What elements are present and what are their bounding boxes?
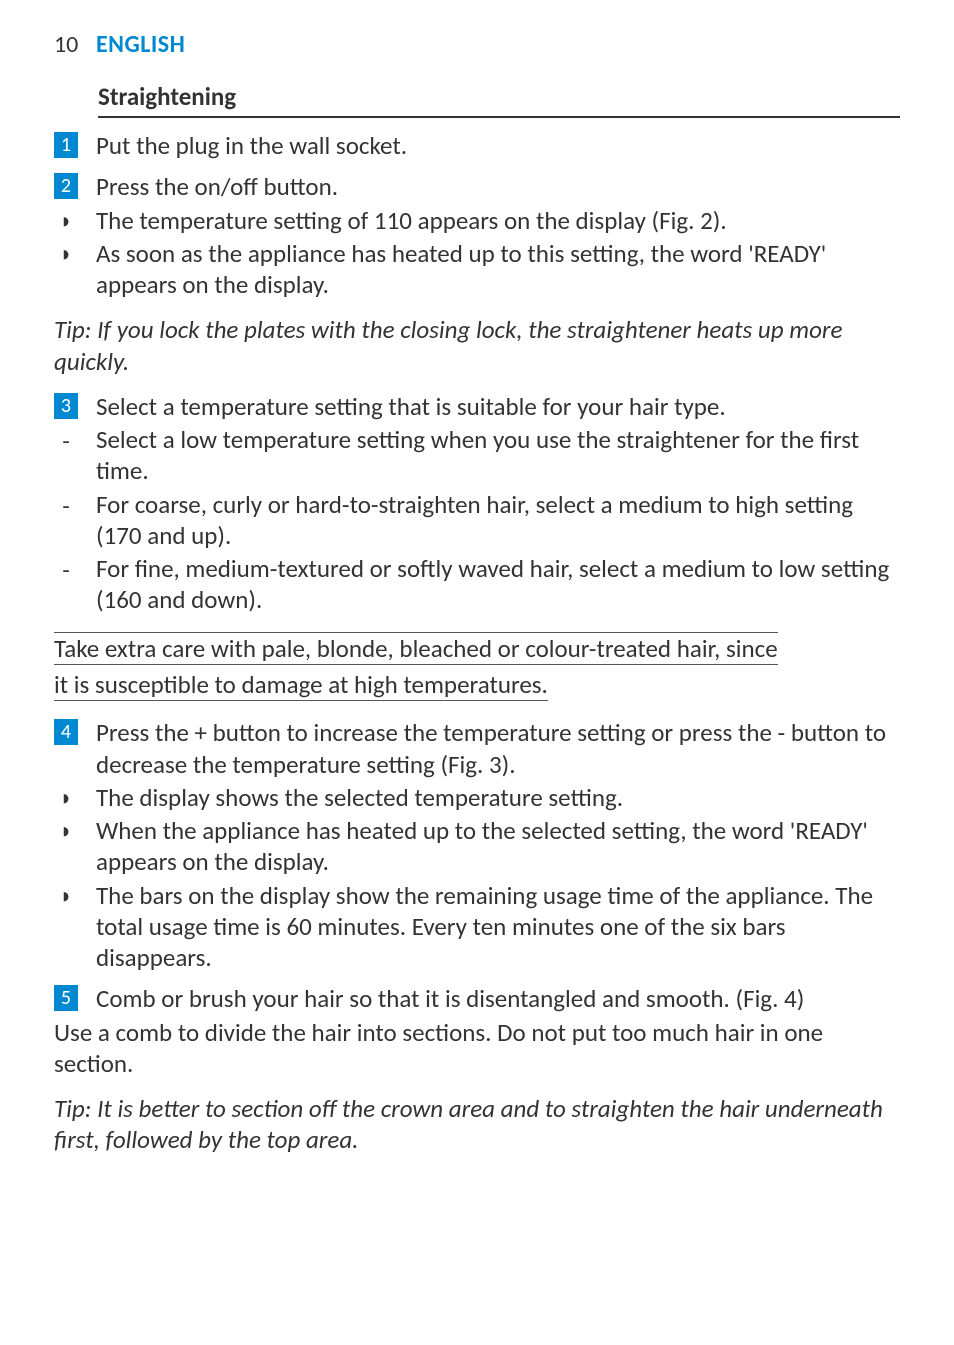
sub-dash: - For coarse, curly or hard-to-straighte… <box>54 489 900 552</box>
triangle-icon: ◗ <box>54 784 78 813</box>
step-2: 2 Press the on/off button. <box>54 171 900 202</box>
dash-icon: - <box>54 555 78 586</box>
step-text: Select a temperature setting that is sui… <box>96 391 726 422</box>
triangle-icon: ◗ <box>54 882 78 911</box>
warning-line: Take extra care with pale, blonde, bleac… <box>54 632 778 665</box>
triangle-icon: ◗ <box>54 817 78 846</box>
sub-dash: - Select a low temperature setting when … <box>54 424 900 487</box>
step-4: 4 Press the + button to increase the tem… <box>54 717 900 780</box>
step-1: 1 Put the plug in the wall socket. <box>54 130 900 161</box>
section-title: Straightening <box>98 81 900 112</box>
manual-page: 10 ENGLISH Straightening 1 Put the plug … <box>0 0 954 1200</box>
dash-icon: - <box>54 491 78 522</box>
sub-bullet: ◗ The display shows the selected tempera… <box>54 782 900 813</box>
sub-text: The temperature setting of 110 appears o… <box>96 205 727 236</box>
sub-bullet: ◗ As soon as the appliance has heated up… <box>54 238 900 301</box>
triangle-icon: ◗ <box>54 240 78 269</box>
sub-bullet: ◗ When the appliance has heated up to th… <box>54 815 900 878</box>
body-text: Use a comb to divide the hair into secti… <box>54 1017 900 1080</box>
page-header: 10 ENGLISH <box>54 30 900 59</box>
step-5: 5 Comb or brush your hair so that it is … <box>54 983 900 1014</box>
sub-bullet: ◗ The temperature setting of 110 appears… <box>54 205 900 236</box>
language-label: ENGLISH <box>96 30 185 59</box>
sub-text: For fine, medium-textured or softly wave… <box>96 553 900 616</box>
step-text: Put the plug in the wall socket. <box>96 130 407 161</box>
step-badge: 5 <box>54 985 78 1011</box>
step-badge: 1 <box>54 132 78 158</box>
tip-text: Tip: It is better to section off the cro… <box>54 1093 900 1156</box>
step-text: Comb or brush your hair so that it is di… <box>96 983 804 1014</box>
section-rule <box>98 116 900 118</box>
sub-text: The display shows the selected temperatu… <box>96 782 623 813</box>
step-badge: 2 <box>54 173 78 199</box>
warning-block: Take extra care with pale, blonde, bleac… <box>54 630 900 704</box>
dash-icon: - <box>54 426 78 457</box>
step-badge: 3 <box>54 393 78 419</box>
sub-bullet: ◗ The bars on the display show the remai… <box>54 880 900 974</box>
tip-text: Tip: If you lock the plates with the clo… <box>54 314 900 377</box>
step-badge: 4 <box>54 719 78 745</box>
sub-dash: - For fine, medium-textured or softly wa… <box>54 553 900 616</box>
sub-text: When the appliance has heated up to the … <box>96 815 900 878</box>
sub-text: The bars on the display show the remaini… <box>96 880 900 974</box>
sub-text: As soon as the appliance has heated up t… <box>96 238 900 301</box>
warning-line: it is susceptible to damage at high temp… <box>54 669 548 701</box>
sub-text: For coarse, curly or hard-to-straighten … <box>96 489 900 552</box>
step-text: Press the on/off button. <box>96 171 338 202</box>
page-number: 10 <box>54 30 78 59</box>
sub-text: Select a low temperature setting when yo… <box>96 424 900 487</box>
step-3: 3 Select a temperature setting that is s… <box>54 391 900 422</box>
step-text: Press the + button to increase the tempe… <box>96 717 900 780</box>
triangle-icon: ◗ <box>54 207 78 236</box>
